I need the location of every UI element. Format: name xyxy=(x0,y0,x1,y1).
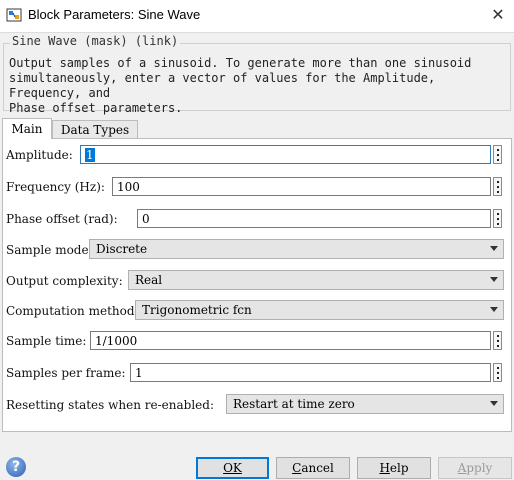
amplitude-label: Amplitude: xyxy=(6,148,73,162)
chevron-down-icon xyxy=(490,401,498,406)
amplitude-value: 1 xyxy=(85,148,95,162)
computation-method-label: Computation method: xyxy=(6,304,139,318)
ok-button[interactable]: OK xyxy=(196,457,269,479)
phase-offset-label: Phase offset (rad): xyxy=(6,212,118,226)
tab-main[interactable]: Main xyxy=(2,118,52,139)
close-icon[interactable]: ✕ xyxy=(482,0,514,32)
vertical-ellipsis-icon[interactable] xyxy=(493,209,502,228)
output-complexity-label: Output complexity: xyxy=(6,274,123,288)
help-button[interactable]: Help xyxy=(357,457,431,479)
chevron-down-icon xyxy=(490,246,498,251)
samples-per-frame-field[interactable]: 1 xyxy=(130,363,491,382)
chevron-down-icon xyxy=(490,277,498,282)
chevron-down-icon xyxy=(490,307,498,312)
frequency-field[interactable]: 100 xyxy=(112,177,491,196)
cancel-button[interactable]: Cancel xyxy=(276,457,350,479)
resetting-states-label: Resetting states when re-enabled: xyxy=(6,398,215,412)
frequency-label: Frequency (Hz): xyxy=(6,180,105,194)
vertical-ellipsis-icon[interactable] xyxy=(493,331,502,350)
sample-mode-value: Discrete xyxy=(96,242,148,256)
computation-method-value: Trigonometric fcn xyxy=(142,303,252,317)
resetting-states-dropdown[interactable]: Restart at time zero xyxy=(226,394,504,414)
samples-per-frame-label: Samples per frame: xyxy=(6,366,126,380)
title-bar: Block Parameters: Sine Wave ✕ xyxy=(0,0,514,33)
sample-time-field[interactable]: 1/1000 xyxy=(90,331,491,350)
sample-mode-dropdown[interactable]: Discrete xyxy=(89,239,504,259)
vertical-ellipsis-icon[interactable] xyxy=(493,177,502,196)
simulink-block-icon xyxy=(6,8,22,22)
vertical-ellipsis-icon[interactable] xyxy=(493,363,502,382)
sample-mode-label: Sample mode: xyxy=(6,243,93,257)
block-description: Output samples of a sinusoid. To generat… xyxy=(9,56,472,115)
output-complexity-dropdown[interactable]: Real xyxy=(128,270,504,290)
phase-offset-field[interactable]: 0 xyxy=(137,209,491,228)
help-icon[interactable]: ? xyxy=(6,457,26,477)
tab-data-types[interactable]: Data Types xyxy=(52,120,138,139)
amplitude-field[interactable]: 1 xyxy=(80,145,491,164)
sample-time-label: Sample time: xyxy=(6,334,87,348)
output-complexity-value: Real xyxy=(135,273,163,287)
vertical-ellipsis-icon[interactable] xyxy=(493,145,502,164)
resetting-states-value: Restart at time zero xyxy=(233,397,355,411)
apply-button[interactable]: Apply xyxy=(438,457,512,479)
computation-method-dropdown[interactable]: Trigonometric fcn xyxy=(135,300,504,320)
window-title: Block Parameters: Sine Wave xyxy=(28,7,201,22)
group-label: Sine Wave (mask) (link) xyxy=(10,34,181,48)
